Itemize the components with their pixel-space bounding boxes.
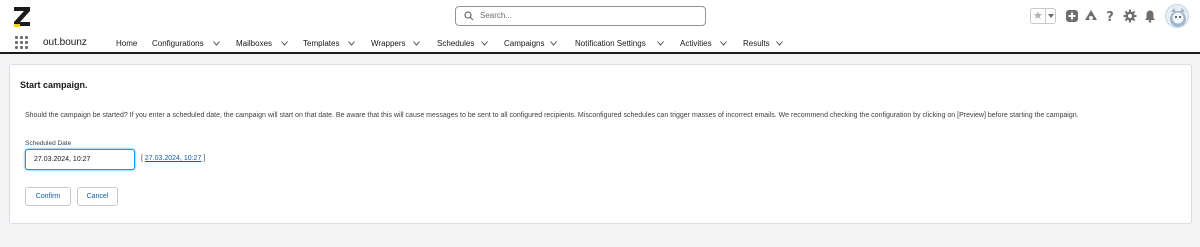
chevron-down-icon[interactable] [720, 41, 727, 46]
start-campaign-card: Start campaign. Should the campaign be s… [9, 64, 1192, 224]
app-nav-bar: out.bounz Home Configurations Mailboxes … [0, 34, 1200, 54]
search-input[interactable]: Search... [455, 6, 706, 26]
description-text: Should the campaign be started? If you e… [25, 112, 1079, 119]
cancel-button[interactable]: Cancel [77, 187, 118, 206]
chevron-down-icon[interactable] [550, 41, 557, 46]
bracket-close: ] [201, 155, 206, 162]
help-icon[interactable]: ? [1103, 9, 1117, 23]
global-header: Search... ★ ? [0, 0, 1200, 34]
current-date-link[interactable]: 27.03.2024, 10:27 [145, 155, 201, 162]
svg-text:?: ? [1106, 10, 1114, 23]
app-launcher-icon[interactable] [15, 36, 29, 50]
scheduled-date-label: Scheduled Date [25, 140, 72, 147]
star-icon: ★ [1033, 10, 1043, 22]
nav-item-campaigns[interactable]: Campaigns [504, 39, 544, 48]
chevron-down-icon[interactable] [481, 41, 488, 46]
chevron-down-icon[interactable] [776, 41, 783, 46]
search-placeholder: Search... [480, 11, 513, 20]
nav-item-results[interactable]: Results [743, 39, 770, 48]
chevron-down-icon[interactable] [413, 41, 420, 46]
app-name: out.bounz [43, 37, 87, 48]
page-title: Start campaign. [20, 80, 88, 90]
scheduled-date-input[interactable]: 27.03.2024, 10:27 [25, 149, 135, 170]
settings-icon[interactable] [1123, 9, 1137, 23]
nav-item-home[interactable]: Home [116, 39, 137, 48]
bell-icon[interactable] [1143, 9, 1157, 23]
chevron-down-icon[interactable] [348, 41, 355, 46]
nav-item-activities[interactable]: Activities [680, 39, 712, 48]
nav-item-schedules[interactable]: Schedules [437, 39, 474, 48]
chevron-down-icon[interactable] [657, 41, 664, 46]
search-icon [464, 11, 474, 21]
favorites-button[interactable]: ★ [1030, 8, 1056, 24]
nav-item-wrappers[interactable]: Wrappers [371, 39, 406, 48]
chevron-down-icon[interactable] [213, 41, 220, 46]
avatar[interactable] [1165, 4, 1189, 28]
nav-item-mailboxes[interactable]: Mailboxes [236, 39, 272, 48]
logo[interactable] [12, 5, 34, 29]
trailhead-icon[interactable] [1084, 9, 1098, 23]
current-date-link-wrapper: [ 27.03.2024, 10:27 ] [141, 155, 205, 162]
nav-item-notification-settings[interactable]: Notification Settings [575, 39, 646, 48]
nav-item-templates[interactable]: Templates [303, 39, 339, 48]
chevron-down-icon[interactable] [281, 41, 288, 46]
add-icon[interactable] [1065, 9, 1079, 23]
confirm-button[interactable]: Confirm [25, 187, 71, 206]
nav-item-configurations[interactable]: Configurations [152, 39, 204, 48]
chevron-down-icon[interactable] [1045, 9, 1055, 23]
